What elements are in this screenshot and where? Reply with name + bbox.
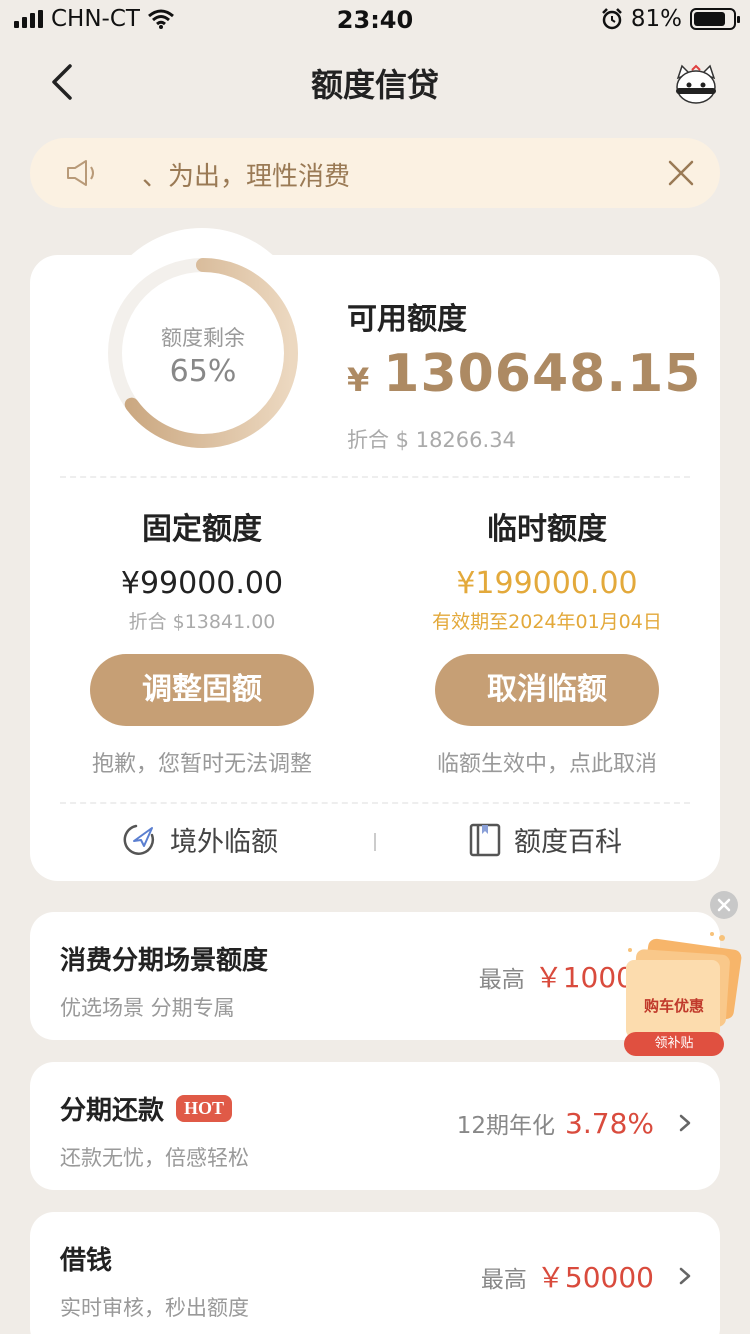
chevron-right-icon (679, 1267, 691, 1285)
nav-bar: 额度信贷 (0, 48, 750, 116)
remaining-label: 额度剩余 (161, 326, 245, 350)
alarm-icon (601, 8, 622, 30)
list-item-value-group: 最高 ￥1000 (479, 956, 634, 996)
temporary-expiry: 有效期至2024年01月04日 (432, 611, 662, 633)
mascot-icon[interactable] (672, 60, 720, 108)
list-item-title: 消费分期场景额度 (60, 940, 268, 977)
close-icon (717, 898, 731, 912)
temporary-quota-section: 临时额度 ¥199000.00 有效期至2024年01月04日 取消临额 临额生… (407, 504, 687, 778)
promo-close-icon[interactable] (710, 891, 738, 919)
temporary-amount: ¥199000.00 (456, 566, 638, 601)
notice-text: 、为出，理性消费 (142, 162, 351, 192)
close-icon[interactable] (666, 158, 696, 188)
speaker-icon (67, 160, 94, 186)
currency-symbol: ¥ (347, 361, 370, 399)
list-item-label: 12期年化 (456, 1113, 556, 1139)
list-item-value-group: 最高 ￥50000 (481, 1256, 694, 1296)
list-item-subtitle: 实时审核，秒出额度 (60, 1296, 249, 1320)
list-item-value: ￥50000 (536, 1261, 654, 1294)
list-item-label: 最高 (478, 967, 525, 993)
divider-line (60, 476, 690, 478)
promo-claim-button[interactable]: 领补贴 (624, 1032, 724, 1056)
battery-icon (690, 8, 740, 30)
available-converted: 折合 $ 18266.34 (347, 428, 516, 452)
available-title: 可用额度 (347, 302, 467, 337)
fixed-amount: ¥99000.00 (120, 566, 284, 601)
available-amount-value: 130648.15 (383, 344, 702, 404)
fixed-converted: 折合 $13841.00 (128, 611, 276, 633)
temporary-note[interactable]: 临额生效中，点此取消 (407, 746, 687, 778)
available-amount: ¥ 130648.15 (347, 344, 701, 404)
battery-fill (694, 12, 725, 26)
book-icon (469, 823, 501, 856)
list-item-title-text: 消费分期场景额度 (60, 946, 269, 976)
remaining-ring (108, 258, 298, 448)
remaining-percent: 65% (169, 354, 237, 389)
cancel-temporary-button[interactable]: 取消临额 (435, 654, 659, 726)
divider-line (60, 802, 690, 804)
temporary-title: 临时额度 (487, 512, 607, 547)
fixed-title: 固定额度 (142, 512, 262, 547)
list-item-title-text: 分期还款 (60, 1096, 165, 1126)
list-item-value-group: 12期年化 3.78% (457, 1106, 694, 1140)
chevron-right-icon (679, 1114, 691, 1132)
plane-globe-icon (123, 824, 155, 855)
battery-percent: 81% (630, 6, 682, 32)
encyclopedia-label: 额度百科 (514, 827, 622, 858)
list-item-title: 借钱 (60, 1240, 112, 1277)
hot-badge: HOT (176, 1095, 233, 1122)
list-item-value: 3.78% (565, 1107, 654, 1140)
fixed-quota-section: 固定额度 ¥99000.00 折合 $13841.00 调整固额 抱歉，您暂时无… (62, 504, 342, 778)
list-item-subtitle: 优选场景 分期专属 (60, 996, 235, 1020)
status-bar: CHN-CT 23:40 81% (0, 0, 750, 40)
encyclopedia-link[interactable]: 额度百科 (468, 820, 622, 859)
overseas-temp-link[interactable]: 境外临额 (122, 820, 278, 859)
adjust-fixed-button[interactable]: 调整固额 (90, 654, 314, 726)
list-item-label: 最高 (480, 1267, 527, 1293)
quota-links: 境外临额 额度百科 (30, 820, 720, 864)
list-item-title-text: 借钱 (60, 1246, 113, 1276)
list-item-borrow[interactable]: 借钱 实时审核，秒出额度 最高 ￥50000 (30, 1212, 720, 1334)
list-item-subtitle: 还款无忧，倍感轻松 (60, 1146, 249, 1170)
promo-text: 购车优惠 (643, 997, 704, 1015)
overseas-temp-label: 境外临额 (170, 827, 278, 858)
list-item-installment-repay[interactable]: 分期还款 HOT 还款无忧，倍感轻松 12期年化 3.78% (30, 1062, 720, 1190)
list-item-installment-scene[interactable]: 消费分期场景额度 优选场景 分期专属 最高 ￥1000 (30, 912, 720, 1040)
list-item-value: ￥1000 (534, 961, 634, 994)
link-divider (374, 833, 376, 851)
notice-banner: 、为出，理性消费 (30, 138, 720, 208)
page-title: 额度信贷 (310, 66, 439, 104)
status-right: 81% (601, 6, 740, 32)
fixed-note: 抱歉，您暂时无法调整 (91, 752, 312, 777)
list-item-title: 分期还款 HOT (60, 1090, 233, 1127)
